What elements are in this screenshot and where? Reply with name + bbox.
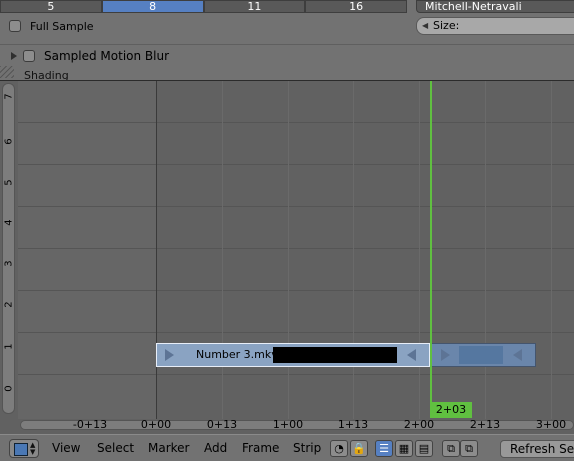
movie-strip-extension[interactable] (430, 343, 536, 367)
channel-number: 4 (3, 219, 15, 226)
time-grid-line (288, 81, 289, 419)
timeline-tick-label: 2+00 (403, 418, 435, 431)
shading-panel-header[interactable]: Shading (24, 70, 69, 80)
channel-number: 5 (3, 179, 15, 186)
strip-right-handle-icon[interactable] (407, 349, 416, 361)
copy-strips-icon[interactable]: ⧉ (442, 440, 460, 457)
channel-number: 6 (3, 138, 15, 145)
time-grid-line (551, 81, 552, 419)
sequencer-view-icon[interactable]: ☰ (375, 440, 393, 457)
channel-separator (18, 332, 574, 333)
decrement-arrow-icon[interactable]: ◀ (422, 18, 428, 34)
lock-icon[interactable]: 🔒 (350, 440, 368, 457)
time-grid-line (353, 81, 354, 419)
strip-extension-right-handle-icon[interactable] (513, 349, 522, 361)
channel-number: 3 (3, 260, 15, 267)
channel-separator (18, 206, 574, 207)
time-grid-line (485, 81, 486, 419)
timeline-tick-label: -0+13 (72, 418, 108, 431)
channel-separator (18, 290, 574, 291)
refresh-sequencer-button[interactable]: Refresh Sequencer (500, 440, 574, 458)
full-sample-checkbox[interactable] (9, 20, 21, 32)
region-resize-grip-icon[interactable] (0, 66, 14, 78)
sequencer-preview-icon[interactable]: ▤ (415, 440, 433, 457)
sampled-motion-blur-label: Sampled Motion Blur (44, 49, 170, 63)
checker-preview-icon[interactable]: ▦ (395, 440, 413, 457)
timeline-tick-label: 3+00 (535, 418, 567, 431)
marker-menu[interactable]: Marker (148, 441, 189, 455)
channel-separator (18, 248, 574, 249)
timeline-tick-label: 0+13 (206, 418, 238, 431)
overlay-toggle-icon[interactable]: ◔ (330, 440, 348, 457)
channel-scrollbar[interactable] (2, 83, 15, 414)
view-menu[interactable]: View (52, 441, 80, 455)
timeline-tick-label: 2+13 (469, 418, 501, 431)
channel-number: 1 (3, 343, 15, 350)
strip-name: Number 3.mkv: (196, 348, 281, 361)
channel-separator (18, 374, 574, 375)
channel-separator (18, 122, 574, 123)
strip-info-redacted (273, 347, 397, 363)
full-sample-label: Full Sample (30, 19, 94, 33)
channel-number: 2 (3, 301, 15, 308)
sample-16-button[interactable]: 16 (305, 0, 407, 13)
strip-extension-left-handle-icon[interactable] (441, 349, 450, 361)
sequencer-header: ▲ ▼ View Select Marker Add Frame Strip ◔ … (0, 434, 574, 461)
timeline-tick-label: 1+00 (272, 418, 304, 431)
preview-range-region (18, 81, 156, 419)
timeline-tick-label: 1+13 (337, 418, 369, 431)
frame-menu[interactable]: Frame (242, 441, 279, 455)
time-grid-line (222, 81, 223, 419)
select-menu[interactable]: Select (97, 441, 134, 455)
strip-left-handle-icon[interactable] (165, 349, 174, 361)
sequencer-editor-icon (14, 443, 28, 456)
editor-type-button[interactable]: ▲ ▼ (9, 439, 39, 458)
expand-triangle-icon[interactable] (11, 52, 17, 60)
sample-5-button[interactable]: 5 (0, 0, 102, 13)
movie-strip[interactable]: Number 3.mkv: (156, 343, 430, 367)
strip-extension-body (459, 346, 503, 364)
time-grid-line (419, 81, 420, 419)
full-sample-row[interactable]: Full Sample (9, 18, 94, 34)
render-properties-panel: 5 8 11 16 Mitchell-Netravali Full Sample… (0, 0, 574, 80)
filter-type-select[interactable]: Mitchell-Netravali (416, 0, 574, 13)
add-menu[interactable]: Add (204, 441, 227, 455)
channel-number: 7 (3, 93, 15, 100)
sampled-motion-blur-panel-header[interactable]: Sampled Motion Blur (0, 44, 574, 67)
samples-row: 5 8 11 16 (0, 0, 407, 13)
sequencer-timeline[interactable]: 0 1 2 3 4 5 6 7 Number 3.mkv: 2+03 -0+13… (0, 80, 574, 434)
timeline-tick-label: 0+00 (140, 418, 172, 431)
paste-strips-icon[interactable]: ⧉ (460, 440, 478, 457)
channel-separator (18, 164, 574, 165)
size-field[interactable]: ◀ Size: (416, 17, 574, 35)
sampled-motion-blur-checkbox[interactable] (23, 50, 35, 62)
strip-menu[interactable]: Strip (293, 441, 321, 455)
updown-arrows-icon: ▲ ▼ (30, 441, 36, 456)
current-frame-badge[interactable]: 2+03 (430, 402, 472, 418)
channel-number: 0 (3, 385, 15, 392)
playhead[interactable] (430, 81, 432, 410)
sample-8-button[interactable]: 8 (101, 0, 204, 13)
time-grid-line (156, 81, 157, 419)
size-label: Size: (433, 19, 460, 32)
sample-11-button[interactable]: 11 (203, 0, 306, 13)
